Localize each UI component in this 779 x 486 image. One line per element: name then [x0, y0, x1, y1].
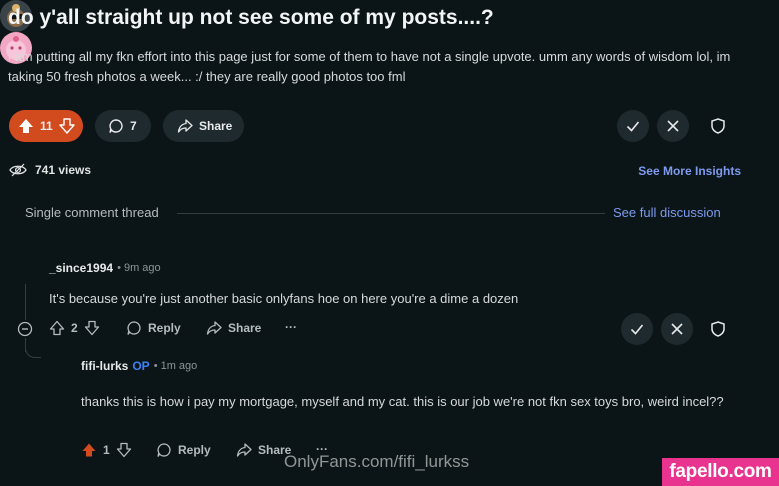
post-comment-count: 7: [130, 119, 137, 133]
comment2-vote: 1: [81, 442, 132, 458]
comment1-more-button[interactable]: ···: [285, 320, 297, 334]
comment1-share-button[interactable]: Share: [206, 320, 261, 336]
share-icon: [206, 320, 222, 336]
comment1-vote-count: 2: [71, 321, 78, 335]
comment1-remove-button[interactable]: [661, 313, 693, 345]
comment-icon: [126, 320, 142, 336]
upvote-icon[interactable]: [49, 320, 65, 336]
upvote-icon[interactable]: [81, 442, 97, 458]
thread-label: Single comment thread: [25, 205, 159, 220]
comment2-reply-button[interactable]: Reply: [156, 442, 211, 458]
shield-icon: [709, 320, 727, 338]
downvote-icon[interactable]: [58, 118, 75, 134]
comment1-author[interactable]: _since1994: [49, 261, 113, 275]
thread-divider: [177, 213, 605, 214]
see-more-insights-link[interactable]: See More Insights: [638, 164, 741, 178]
post-title: do y'all straight up not see some of my …: [8, 6, 494, 29]
share-label: Share: [228, 321, 262, 335]
watermark: OnlyFans.com/fifi_lurkss: [284, 452, 470, 471]
post-body: i am putting all my fkn effort into this…: [8, 49, 731, 84]
comment1-text: It's because you're just another basic o…: [49, 291, 519, 306]
comment1-time: • 9m ago: [117, 262, 161, 274]
op-badge: OP: [132, 359, 150, 373]
post-vote-count: 11: [40, 119, 53, 133]
mod-shield-button[interactable]: [704, 112, 732, 140]
post-share-button[interactable]: Share: [163, 110, 244, 142]
reply-label: Reply: [178, 443, 211, 457]
comment-icon: [156, 442, 172, 458]
close-icon: [665, 118, 681, 134]
comment1-reply-button[interactable]: Reply: [126, 320, 181, 336]
reply-label: Reply: [148, 321, 181, 335]
share-icon: [236, 442, 252, 458]
post-views: 741 views: [9, 162, 91, 178]
approve-button[interactable]: [617, 110, 649, 142]
comment1-vote: 2: [49, 320, 100, 336]
comment1-shield-button[interactable]: [704, 315, 732, 343]
reply-connector-curve: [25, 344, 41, 358]
comment2-vote-count: 1: [103, 443, 110, 457]
downvote-icon[interactable]: [116, 442, 132, 458]
views-icon: [9, 162, 27, 178]
close-icon: [669, 321, 685, 337]
comment2-author[interactable]: fifi-lurks: [81, 359, 128, 373]
comment-icon: [108, 118, 124, 134]
views-count: 741 views: [35, 163, 92, 177]
shield-icon: [709, 117, 727, 135]
comment1-header: _since1994 • 9m ago: [49, 261, 161, 275]
comment2-text: thanks this is how i pay my mortgage, my…: [81, 394, 724, 409]
post-comments-button[interactable]: 7: [95, 110, 151, 142]
comment2-header: fifi-lurks OP • 1m ago: [81, 359, 197, 373]
upvote-icon[interactable]: [18, 118, 34, 134]
see-full-discussion-link[interactable]: See full discussion: [613, 205, 721, 220]
collapse-icon: [17, 321, 33, 337]
check-icon: [625, 118, 641, 134]
downvote-icon[interactable]: [84, 320, 100, 336]
comment1-approve-button[interactable]: [621, 313, 653, 345]
check-icon: [629, 321, 645, 337]
site-badge: fapello.com: [662, 458, 779, 486]
post-vote-button[interactable]: 11: [9, 110, 83, 142]
share-icon: [177, 118, 193, 134]
comment2-time: • 1m ago: [153, 360, 198, 372]
post-share-label: Share: [199, 119, 233, 133]
remove-button[interactable]: [657, 110, 689, 142]
